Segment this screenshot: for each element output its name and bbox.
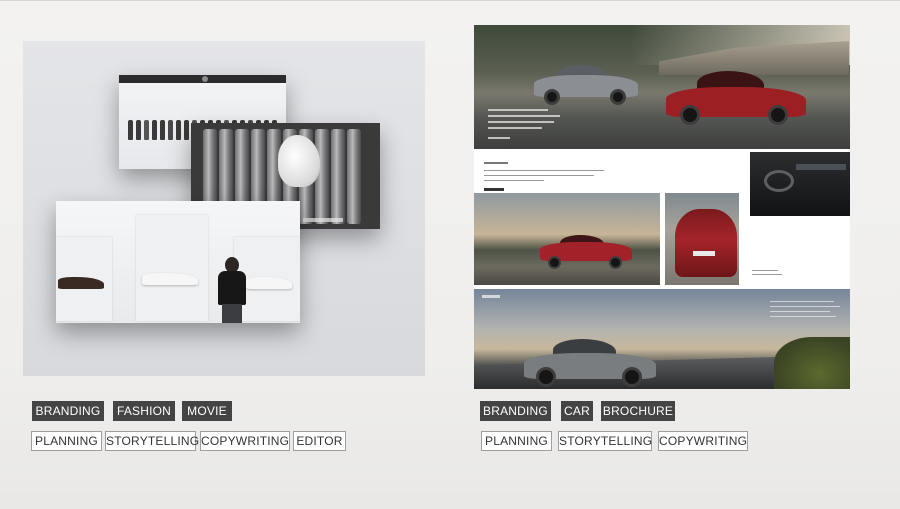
- copy-text-line: [488, 127, 542, 129]
- steering-wheel-icon: [764, 170, 794, 192]
- copy-text-line: [488, 115, 560, 117]
- top-divider: [0, 0, 900, 1]
- tag-storytelling[interactable]: STORYTELLING: [558, 431, 652, 451]
- brochure-page-spread: [474, 152, 850, 286]
- white-sneaker-image: [142, 273, 198, 285]
- tag-movie[interactable]: MOVIE: [182, 401, 232, 421]
- video-indicator-icon: [202, 76, 208, 82]
- tag-branding[interactable]: BRANDING: [480, 401, 551, 421]
- copy-text-line: [752, 274, 782, 275]
- dashboard-screen: [796, 164, 846, 170]
- roadside-bushes: [774, 337, 850, 389]
- tag-editor[interactable]: EDITOR: [293, 431, 346, 451]
- red-car-image: [666, 71, 806, 125]
- brochure-page-cover: [474, 25, 850, 149]
- car-interior-photo: [750, 152, 850, 216]
- copy-text-line: [770, 306, 840, 307]
- license-plate: [693, 251, 715, 256]
- film-still-sneaker-gallery: [56, 201, 300, 323]
- copy-text-line: [770, 316, 836, 317]
- gray-car-image: [534, 65, 638, 105]
- project-thumbnail-fashion-film[interactable]: [23, 41, 425, 376]
- copy-text-line: [770, 301, 834, 302]
- red-car-rear-photo: [665, 193, 739, 285]
- display-panel: [136, 215, 208, 321]
- white-glove-image: [278, 135, 320, 187]
- copy-text-line: [752, 270, 778, 271]
- copy-text-line: [488, 137, 510, 139]
- copy-text-line: [484, 170, 604, 171]
- copy-text-line: [488, 121, 554, 123]
- tag-fashion[interactable]: FASHION: [113, 401, 175, 421]
- copy-text-line: [484, 175, 594, 176]
- brand-logo-mark: [482, 295, 500, 298]
- red-car-image: [540, 235, 632, 269]
- subtitle-caption: [303, 218, 343, 222]
- tag-planning[interactable]: PLANNING: [481, 431, 552, 451]
- red-car-rear-image: [675, 209, 737, 277]
- tag-copywriting[interactable]: COPYWRITING: [658, 431, 748, 451]
- coastal-photo-red-car: [474, 193, 660, 285]
- copy-text-line: [770, 311, 830, 312]
- brown-shoe-image: [58, 277, 104, 289]
- tag-car[interactable]: CAR: [561, 401, 593, 421]
- man-figure-legs: [222, 304, 242, 323]
- copy-text-line: [484, 180, 544, 181]
- copy-text-line: [488, 109, 548, 111]
- white-sneaker-image: [246, 277, 292, 289]
- signature-mark: [484, 188, 504, 191]
- project-thumbnail-car-brochure[interactable]: [474, 25, 850, 389]
- tag-storytelling[interactable]: STORYTELLING: [105, 431, 199, 451]
- brochure-page-road: [474, 289, 850, 389]
- tag-branding[interactable]: BRANDING: [32, 401, 104, 421]
- gray-car-image: [524, 339, 656, 387]
- tag-planning[interactable]: PLANNING: [31, 431, 102, 451]
- tag-copywriting[interactable]: COPYWRITING: [200, 431, 290, 451]
- tag-brochure[interactable]: BROCHURE: [601, 401, 675, 421]
- copy-text-line: [484, 162, 508, 164]
- man-figure-body: [218, 271, 246, 305]
